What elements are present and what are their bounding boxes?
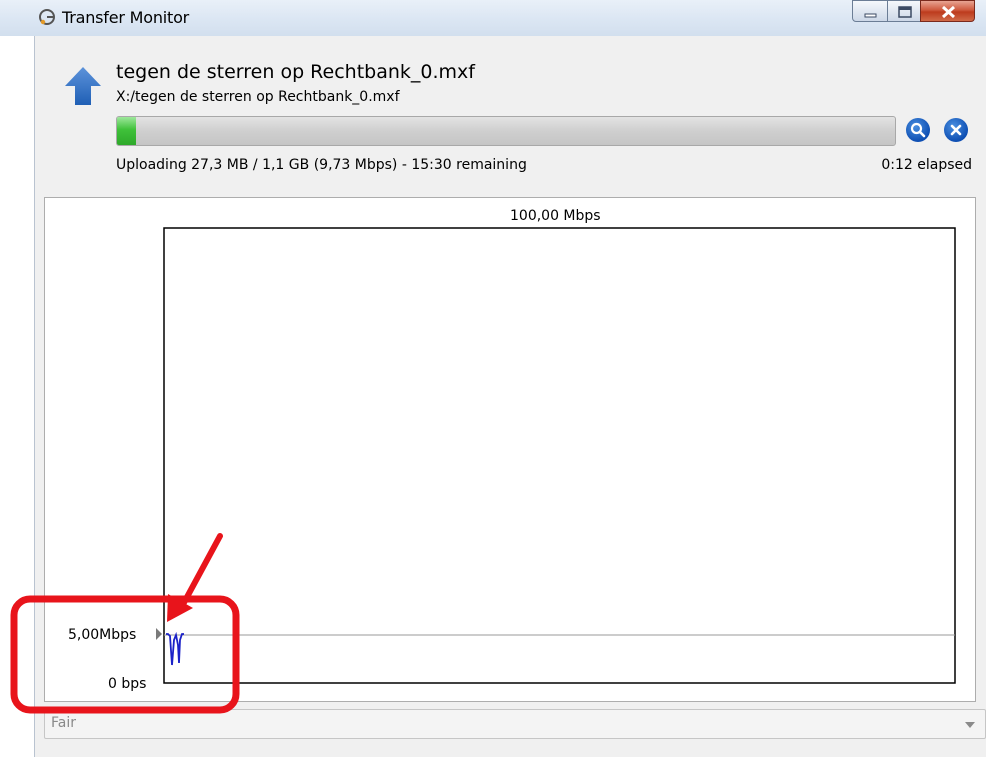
chevron-down-icon	[965, 722, 975, 728]
throughput-graph	[156, 227, 956, 684]
current-rate-marker-icon	[156, 628, 162, 640]
graph-zero-label: 0 bps	[108, 676, 147, 692]
quality-selected-value: Fair	[51, 715, 76, 731]
quality-dropdown[interactable]: Fair	[44, 709, 986, 739]
graph-current-rate-label: 5,00Mbps	[68, 627, 137, 643]
graph-plot-area	[163, 227, 956, 684]
graph-max-label: 100,00 Mbps	[510, 208, 601, 224]
